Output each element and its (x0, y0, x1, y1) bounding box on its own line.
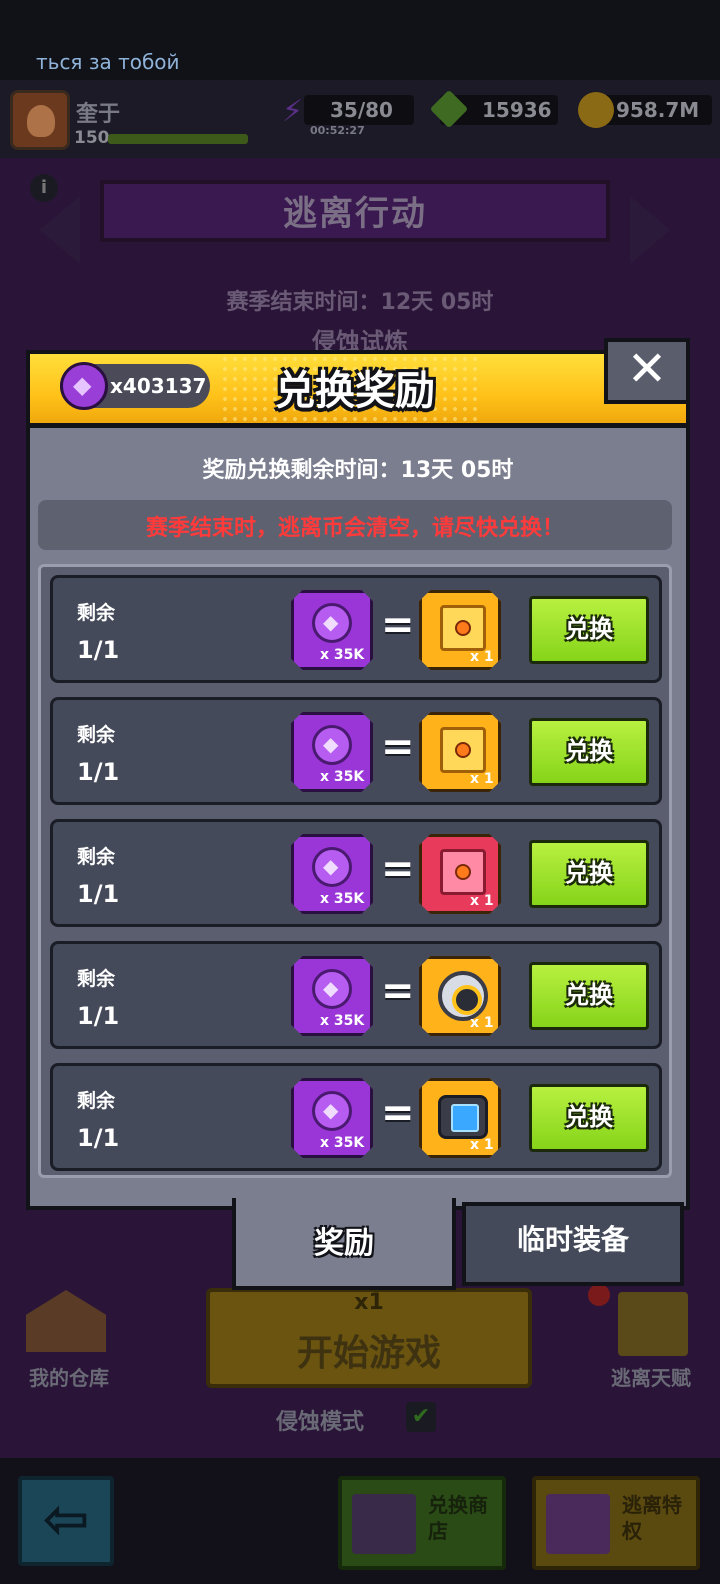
talent-label: 逃离天赋 (611, 1366, 691, 1390)
reward-tile[interactable]: x 1 (419, 590, 501, 670)
back-arrow-icon[interactable]: ⇦ (18, 1476, 114, 1566)
remain-value: 1/1 (77, 880, 120, 908)
close-icon[interactable]: ✕ (604, 338, 690, 404)
cost-amount: x 35K (320, 891, 365, 907)
remain-label: 剩余 (77, 602, 116, 624)
equals-sign: = (381, 602, 415, 648)
device-module-icon (438, 1095, 488, 1139)
lightning-icon: ⚡ (282, 94, 304, 129)
tab-rewards-label: 奖励 (314, 1226, 374, 1261)
cost-tile: x 35K (291, 1078, 373, 1158)
orange-chest-icon (440, 605, 486, 651)
reward-qty: x 1 (470, 893, 494, 909)
escape-privilege-button[interactable]: 逃离特权 (532, 1476, 700, 1570)
banner-left-arrow (40, 196, 80, 264)
remain-label: 剩余 (77, 968, 116, 990)
escape-coin-icon (312, 1091, 352, 1131)
orange-chest-star-icon (440, 727, 486, 773)
gem-value: 15936 (482, 98, 552, 122)
mode-label: 侵蚀模式 (276, 1410, 365, 1435)
cost-tile: x 35K (291, 956, 373, 1036)
talent-button[interactable]: 逃离天赋 (586, 1282, 716, 1398)
remain-label: 剩余 (77, 846, 116, 868)
warehouse-label: 我的仓库 (29, 1366, 109, 1390)
redeem-remaining-time: 奖励兑换剩余时间：13天 05时 (202, 458, 514, 483)
cost-amount: x 35K (320, 1013, 365, 1029)
list-item: 剩余 1/1 x 35K = x 1 兑换 (50, 697, 662, 805)
remain-value: 1/1 (77, 758, 120, 786)
season-end-time: 赛季结束时间：12天 05时 (226, 290, 494, 315)
reward-qty: x 1 (470, 1015, 494, 1031)
redeem-button[interactable]: 兑换 (529, 1084, 649, 1152)
equals-sign: = (381, 846, 415, 892)
alert-badge (588, 1284, 610, 1306)
cost-amount: x 35K (320, 1135, 365, 1151)
cost-amount: x 35K (320, 769, 365, 785)
list-item: 剩余 1/1 x 35K = x 1 兑换 (50, 819, 662, 927)
banner-right-arrow (630, 196, 670, 264)
redeem-button[interactable]: 兑换 (529, 840, 649, 908)
energy-value: 35/80 (330, 98, 393, 122)
exchange-shop-button[interactable]: 兑换商店 (338, 1476, 506, 1570)
red-chest-icon (440, 849, 486, 895)
coin-value: 958.7M (616, 98, 700, 122)
privilege-icon (546, 1494, 610, 1554)
remain-value: 1/1 (77, 636, 120, 664)
reward-qty: x 1 (470, 649, 494, 665)
xp-bar (108, 134, 248, 144)
gear-core-icon (438, 971, 488, 1021)
remain-label: 剩余 (77, 1090, 116, 1112)
remain-value: 1/1 (77, 1124, 120, 1152)
escape-privilege-label: 逃离特权 (622, 1493, 682, 1543)
player-name: 奎于 (76, 102, 121, 127)
avatar[interactable] (10, 90, 70, 150)
modal-title: 兑换奖励 (275, 368, 435, 414)
start-cost: x1 (354, 1290, 384, 1315)
event-title: 逃离行动 (283, 194, 427, 234)
remain-label: 剩余 (77, 724, 116, 746)
shop-icon (352, 1494, 416, 1554)
marquee-text: ться за тобой (36, 50, 180, 74)
remain-value: 1/1 (77, 1002, 120, 1030)
warning-text: 赛季结束时，逃离币会清空，请尽快兑换！ (145, 516, 564, 541)
escape-coin-icon (60, 362, 108, 410)
currency-count: x403137 (110, 374, 207, 398)
reward-tile[interactable]: x 1 (419, 1078, 501, 1158)
list-item: 剩余 1/1 x 35K = x 1 兑换 (50, 941, 662, 1049)
exchange-shop-label: 兑换商店 (428, 1493, 488, 1543)
house-icon (26, 1290, 106, 1352)
cost-amount: x 35K (320, 647, 365, 663)
start-game-label: 开始游戏 (296, 1333, 441, 1374)
redeem-button[interactable]: 兑换 (529, 596, 649, 664)
escape-coin-icon (312, 847, 352, 887)
list-item: 剩余 1/1 x 35K = x 1 兑换 (50, 1063, 662, 1171)
mode-checkbox[interactable]: ✔ (406, 1402, 436, 1432)
redeem-button[interactable]: 兑换 (529, 718, 649, 786)
reward-tile[interactable]: x 1 (419, 712, 501, 792)
redeem-button[interactable]: 兑换 (529, 962, 649, 1030)
reward-tile[interactable]: x 1 (419, 834, 501, 914)
reward-tile[interactable]: x 1 (419, 956, 501, 1036)
reward-qty: x 1 (470, 1137, 494, 1153)
list-item: 剩余 1/1 x 35K = x 1 兑换 (50, 575, 662, 683)
cost-tile: x 35K (291, 712, 373, 792)
escape-coin-icon (312, 603, 352, 643)
energy-timer: 00:52:27 (310, 124, 365, 137)
system-top-bar: ться за тобой (0, 0, 720, 80)
talent-book-icon (618, 1292, 688, 1356)
warehouse-button[interactable]: 我的仓库 (4, 1282, 134, 1398)
equals-sign: = (381, 968, 415, 1014)
tab-temp-equipment-label: 临时装备 (516, 1223, 629, 1256)
escape-coin-icon (312, 969, 352, 1009)
escape-coin-icon (312, 725, 352, 765)
cost-tile: x 35K (291, 834, 373, 914)
equals-sign: = (381, 1090, 415, 1136)
cost-tile: x 35K (291, 590, 373, 670)
player-level: 150 (74, 128, 110, 148)
gold-coin-icon (578, 92, 614, 128)
equals-sign: = (381, 724, 415, 770)
reward-qty: x 1 (470, 771, 494, 787)
